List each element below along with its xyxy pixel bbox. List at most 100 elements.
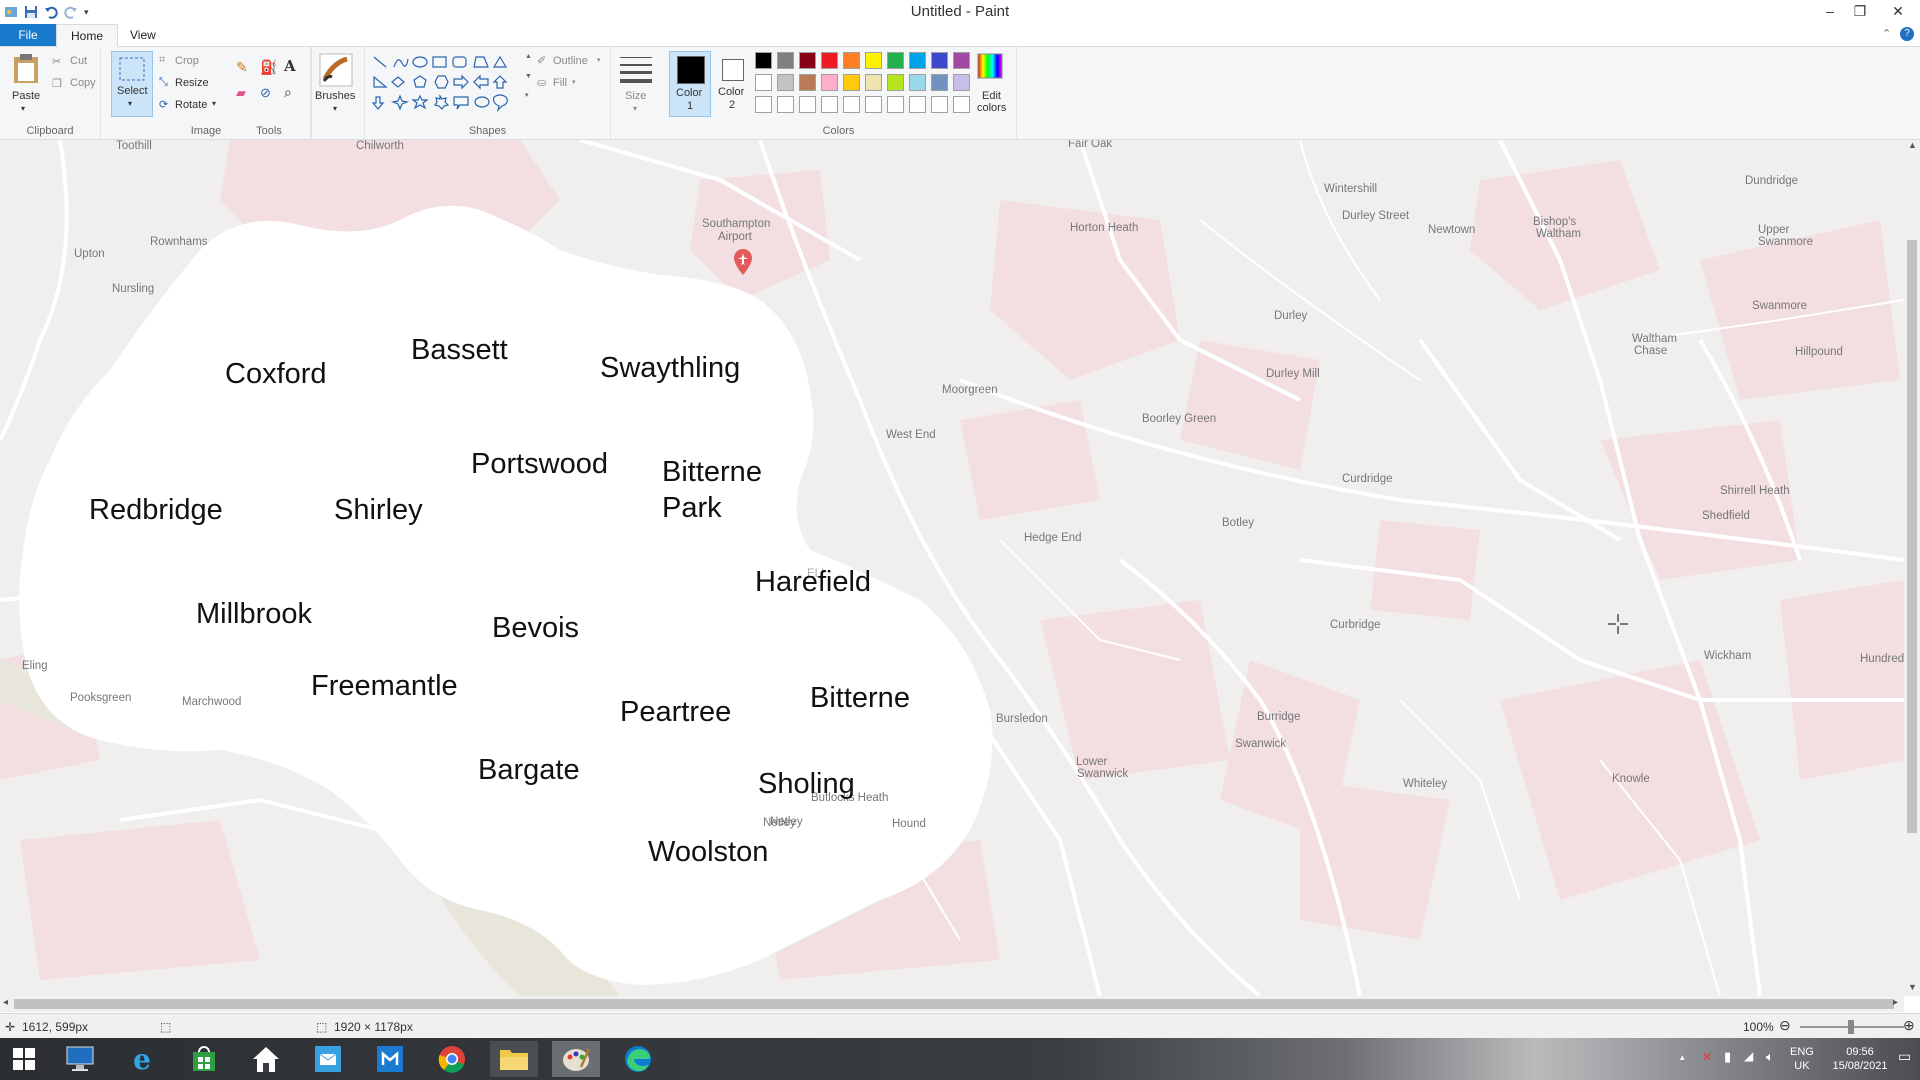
paste-dropdown-icon[interactable]: ▾ (21, 104, 25, 113)
palette-swatch[interactable] (865, 52, 882, 69)
scroll-right-icon[interactable]: ▸ (1893, 997, 1898, 1008)
palette-swatch[interactable] (953, 52, 970, 69)
tab-home[interactable]: Home (56, 24, 119, 48)
zoom-slider-thumb[interactable] (1848, 1020, 1854, 1034)
zoom-out-icon[interactable]: ⊖ (1779, 1017, 1791, 1034)
palette-swatch[interactable] (843, 74, 860, 91)
palette-swatch[interactable] (821, 52, 838, 69)
color-2-button[interactable]: Color 2 (712, 51, 752, 115)
palette-swatch[interactable] (821, 74, 838, 91)
palette-swatch[interactable] (953, 74, 970, 91)
start-button[interactable] (0, 1041, 48, 1077)
palette-swatch[interactable] (953, 96, 970, 113)
taskbar-chrome[interactable] (428, 1041, 476, 1077)
magnifier-icon[interactable]: ⌕ (284, 84, 292, 101)
brush-icon[interactable] (319, 53, 353, 87)
scroll-up-icon[interactable]: ▲ (1908, 140, 1917, 150)
edit-colors-label-2[interactable]: colors (977, 102, 1006, 114)
taskbar-store[interactable] (180, 1041, 228, 1077)
palette-swatch[interactable] (909, 74, 926, 91)
size-lines-icon[interactable] (620, 55, 652, 85)
show-hidden-icons-icon[interactable]: ▴ (1680, 1052, 1685, 1063)
palette-swatch[interactable] (931, 96, 948, 113)
eraser-icon[interactable]: ▰ (236, 85, 246, 101)
fill-bucket-icon[interactable]: ⛽ (260, 59, 277, 76)
resize-button[interactable]: Resize (175, 77, 209, 89)
battery-icon[interactable]: ▮ (1724, 1049, 1731, 1065)
palette-swatch[interactable] (887, 74, 904, 91)
palette-swatch[interactable] (777, 52, 794, 69)
shapes-gallery[interactable] (372, 55, 522, 115)
palette-swatch[interactable] (777, 96, 794, 113)
palette-swatch[interactable] (755, 52, 772, 69)
language-indicator[interactable]: ENG UK (1790, 1045, 1814, 1073)
palette-swatch[interactable] (931, 52, 948, 69)
palette-swatch[interactable] (909, 52, 926, 69)
palette-swatch[interactable] (865, 96, 882, 113)
cut-button[interactable]: Cut (70, 55, 87, 67)
clock[interactable]: 09:56 15/08/2021 (1830, 1045, 1890, 1073)
palette-swatch[interactable] (887, 96, 904, 113)
palette-swatch[interactable] (931, 74, 948, 91)
crop-button[interactable]: Crop (175, 55, 199, 67)
taskbar-remote-app[interactable] (366, 1041, 414, 1077)
tab-file[interactable]: File (0, 24, 56, 46)
edit-colors-label-1[interactable]: Edit (982, 90, 1001, 102)
horizontal-scrollbar[interactable]: ◂ ▸ (0, 996, 1904, 1012)
paste-button[interactable]: Paste (12, 90, 40, 102)
help-icon[interactable]: ? (1900, 27, 1914, 41)
taskbar-paint[interactable] (552, 1041, 600, 1077)
palette-swatch[interactable] (865, 74, 882, 91)
minimize-button[interactable]: – (1815, 0, 1845, 22)
tab-view[interactable]: View (116, 24, 170, 46)
outline-dropdown-icon[interactable]: ▾ (597, 56, 601, 64)
close-button[interactable]: ✕ (1883, 0, 1913, 22)
taskbar-home[interactable] (242, 1041, 290, 1077)
palette-swatch[interactable] (799, 96, 816, 113)
vertical-scroll-thumb[interactable] (1907, 240, 1917, 833)
volume-icon[interactable]: 🔈︎ (1766, 1049, 1774, 1065)
text-tool-icon[interactable]: A (284, 57, 296, 75)
scroll-left-icon[interactable]: ◂ (3, 997, 8, 1008)
vertical-scrollbar[interactable]: ▲ ▼ (1904, 140, 1920, 996)
palette-swatch[interactable] (755, 74, 772, 91)
pencil-icon[interactable]: ✎ (236, 59, 248, 76)
taskbar-internet-explorer[interactable]: e (118, 1041, 166, 1077)
brushes-dropdown-icon[interactable]: ▾ (333, 104, 337, 113)
zoom-in-icon[interactable]: ⊕ (1903, 1017, 1915, 1034)
color-picker-icon[interactable]: ⊘ (260, 85, 271, 101)
copy-button[interactable]: Copy (70, 77, 96, 89)
fill-dropdown-icon[interactable]: ▾ (572, 78, 576, 86)
palette-swatch[interactable] (909, 96, 926, 113)
size-button[interactable]: Size (625, 90, 646, 102)
palette-swatch[interactable] (887, 52, 904, 69)
scroll-down-icon[interactable]: ▼ (1908, 982, 1917, 992)
rotate-dropdown-icon[interactable]: ▾ (212, 99, 216, 108)
palette-swatch[interactable] (821, 96, 838, 113)
drawing-canvas[interactable]: Toothill Chilworth Fair Oak Upton Rownhams Nu… (0, 140, 1904, 996)
network-warning-icon[interactable]: ✕ (1702, 1050, 1712, 1064)
taskbar-file-explorer[interactable] (490, 1041, 538, 1077)
collapse-ribbon-icon[interactable]: ⌃ (1882, 27, 1891, 40)
horizontal-scroll-thumb[interactable] (14, 999, 1894, 1009)
notifications-icon[interactable]: ▭ (1898, 1048, 1911, 1065)
shapes-scroll-up-icon[interactable]: ▲ (525, 53, 532, 60)
zoom-slider[interactable] (1800, 1020, 1904, 1034)
maximize-button[interactable]: ❐ (1845, 0, 1875, 22)
palette-swatch[interactable] (799, 74, 816, 91)
palette-swatch[interactable] (843, 96, 860, 113)
edit-colors-icon[interactable] (977, 53, 1003, 79)
brushes-button[interactable]: Brushes (315, 90, 355, 102)
outline-button[interactable]: Outline (553, 55, 588, 67)
palette-swatch[interactable] (843, 52, 860, 69)
palette-swatch[interactable] (755, 96, 772, 113)
size-dropdown-icon[interactable]: ▾ (633, 104, 637, 113)
select-button[interactable]: Select ▾ (111, 51, 153, 117)
fill-button[interactable]: Fill (553, 77, 567, 89)
palette-swatch[interactable] (777, 74, 794, 91)
color-1-button[interactable]: Color 1 (669, 51, 711, 117)
paste-icon[interactable] (12, 53, 40, 85)
rotate-button[interactable]: Rotate (175, 99, 207, 111)
shapes-scroll-down-icon[interactable]: ▼ (525, 73, 532, 80)
taskbar-mail[interactable] (304, 1041, 352, 1077)
